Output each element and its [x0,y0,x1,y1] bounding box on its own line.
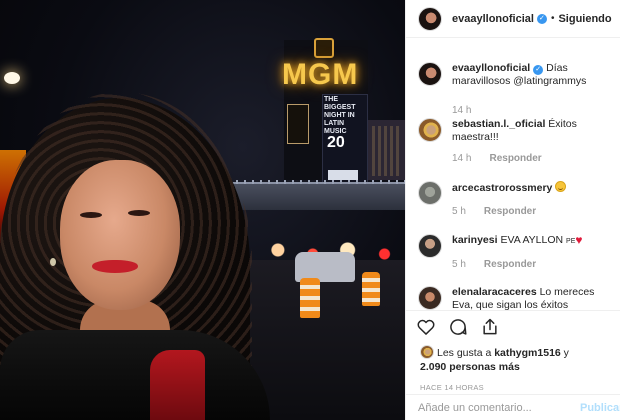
mgm-logo-icon [314,38,334,58]
sign-screen-text: THE BIGGEST NIGHT IN LATIN MUSIC [324,96,356,135]
heart-emoji-icon: ♥ [575,233,583,247]
comment-username[interactable]: arcecastrorossmery [452,182,552,194]
avatar[interactable] [418,234,442,258]
post-photo[interactable]: MGM THE BIGGEST NIGHT IN LATIN MUSIC 20 [0,0,405,420]
traffic-barrel [362,272,380,306]
comment-time[interactable]: 14 h [452,104,471,117]
comment-time[interactable]: 14 h [452,152,471,165]
eye [128,210,150,216]
red-scarf [150,350,205,420]
avatar[interactable] [418,6,442,31]
comments-list[interactable]: evaayllonoficial ✓ Días maravillosos @lat… [406,38,620,310]
post-time[interactable]: HACE 14 HORAS [420,383,484,392]
sign-number: 20 [327,134,345,151]
share-icon[interactable] [480,317,500,337]
building-windows [372,126,402,176]
eye [80,212,102,218]
reply-button[interactable]: Responder [484,258,536,271]
sign-date-panel [328,170,358,180]
comment-time[interactable]: 5 h [452,258,466,271]
verified-badge-icon: ✓ [536,13,547,24]
likes-mid: y [560,347,569,359]
reply-button[interactable]: Responder [484,205,536,218]
comment-username[interactable]: karinyesi [452,234,498,246]
comment: sebastian.l._oficial Éxitos maestra!!! 1… [418,118,618,165]
add-comment-bar: Publicar [406,394,620,420]
post-header: evaayllonoficial ✓ • Siguiendo [406,0,620,38]
comment-icon[interactable] [448,317,468,337]
lips [92,260,138,273]
face [60,160,180,310]
traffic-barrel [300,278,320,318]
comment-username[interactable]: elenalaracaceres [452,286,537,298]
lion-sign-panel [287,104,309,144]
comment: elenalaracaceres Lo mereces Eva, que sig… [418,286,618,310]
separator-dot: • [550,13,555,24]
likes-user[interactable]: kathygm1516 [494,347,561,359]
comment-text-suffix: PE [566,238,576,245]
street-lamp [4,72,20,84]
avatar[interactable] [418,118,442,142]
likes-count[interactable]: 2.090 personas más [420,361,520,373]
comment-username[interactable]: sebastian.l._oficial [452,118,545,130]
header-username[interactable]: evaayllonoficial [452,13,534,25]
heart-icon[interactable] [416,317,436,337]
comment-username[interactable]: evaayllonoficial [452,62,530,74]
avatar[interactable] [418,62,442,86]
earring [50,258,56,266]
publish-button[interactable]: Publicar [580,402,620,414]
comment-input[interactable] [418,401,560,414]
comment-text: EVA AYLLON [500,234,564,246]
following-button[interactable]: Siguiendo [558,13,611,25]
comment: arcecastrorossmery 5 h Responder [418,181,618,218]
likes-summary[interactable]: Les gusta a kathygm1516 y 2.090 personas… [420,345,616,374]
likes-prefix: Les gusta a [437,347,495,359]
avatar[interactable] [418,286,442,310]
comment-time[interactable]: 5 h [452,205,466,218]
mgm-sign-text: MGM [282,58,359,91]
reply-button[interactable]: Responder [489,152,541,165]
avatar[interactable] [418,181,442,205]
verified-badge-icon: ✓ [533,65,544,75]
smile-emoji-icon [555,181,567,192]
post-side-panel: evaayllonoficial ✓ • Siguiendo evaayllon… [405,0,620,420]
comment: karinyesi EVA AYLLON PE♥ 5 h Responder [418,234,618,271]
caption: evaayllonoficial ✓ Días maravillosos @lat… [418,62,618,117]
avatar [420,345,434,359]
